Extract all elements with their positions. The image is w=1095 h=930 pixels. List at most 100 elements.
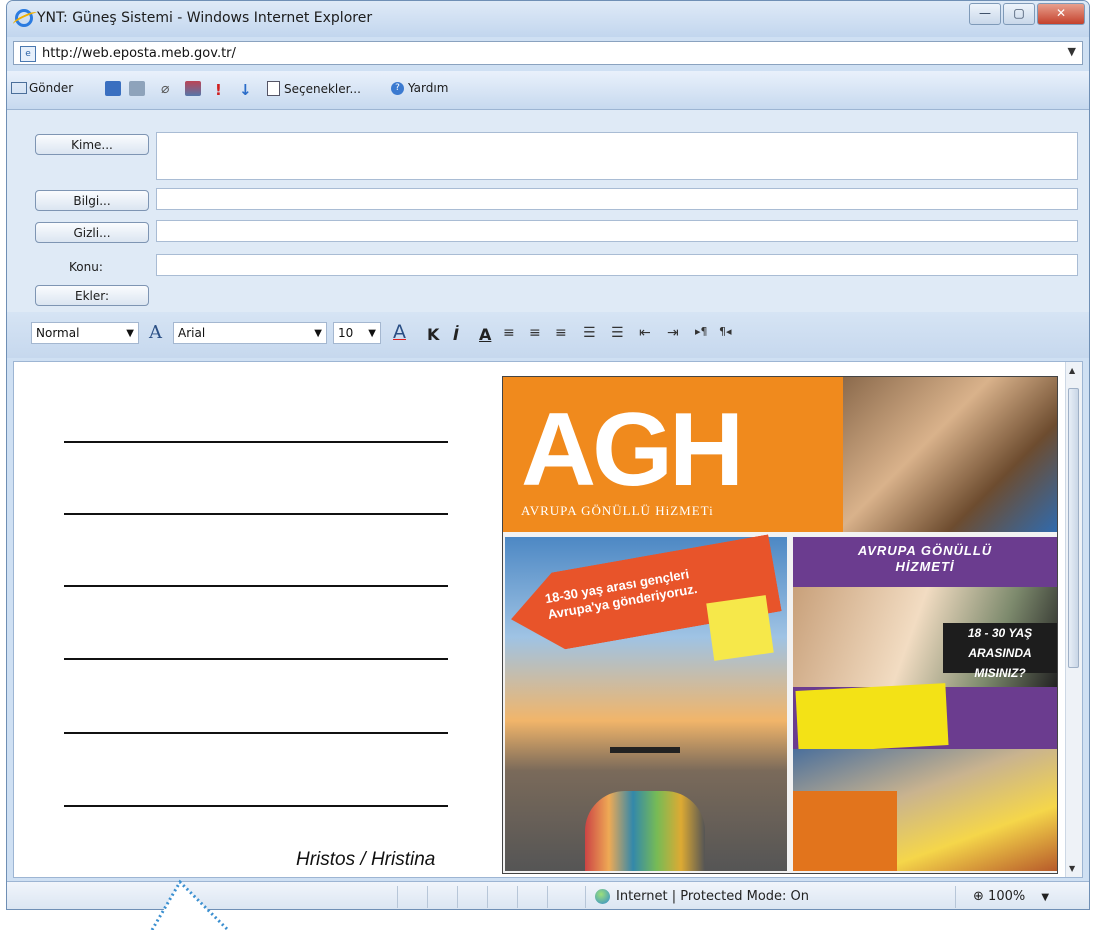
style-select[interactable]: Normal ▼ — [31, 322, 139, 344]
scroll-thumb[interactable] — [1068, 388, 1079, 668]
bold-button[interactable]: K — [427, 325, 439, 344]
info-box — [793, 791, 897, 871]
attachments-button[interactable]: Ekler: — [35, 285, 149, 306]
align-left-icon[interactable]: ≡ — [503, 325, 515, 341]
status-divider — [585, 886, 586, 908]
help-icon: ? — [391, 81, 404, 95]
status-divider — [517, 886, 518, 908]
italic-button[interactable]: İ — [453, 325, 459, 344]
writing-line — [64, 805, 448, 807]
cc-button[interactable]: Bilgi... — [35, 190, 149, 211]
zoom-level: 100% — [988, 889, 1026, 904]
agh-logo-subtitle: AVRUPA GÖNÜLLÜ HiZMETi — [521, 503, 714, 518]
help-label: Yardım — [408, 81, 449, 95]
subject-field[interactable] — [156, 254, 1078, 276]
url-text[interactable]: http://web.eposta.meb.gov.tr/ — [42, 46, 236, 61]
writing-line — [64, 585, 448, 587]
options-label: Seçenekler... — [284, 81, 361, 96]
bcc-button[interactable]: Gizli... — [35, 222, 149, 243]
zoom-control[interactable]: ⊕ 100% ▼ — [973, 889, 1049, 904]
age-box: 18 - 30 YAŞ ARASINDA MISINIZ? — [943, 623, 1057, 680]
writing-line — [64, 441, 448, 443]
maximize-button[interactable]: ▢ — [1003, 3, 1035, 25]
close-button[interactable]: ✕ — [1037, 3, 1085, 25]
speech-callout — [150, 879, 230, 930]
status-divider — [955, 886, 956, 908]
print-icon[interactable] — [129, 81, 145, 96]
writing-line — [64, 732, 448, 734]
chevron-down-icon: ▼ — [314, 328, 322, 339]
youth-group-photo — [585, 791, 705, 871]
message-body[interactable]: Hristos / Hristina AGH AVRUPA GÖNÜLLÜ Hi… — [13, 361, 1083, 878]
airplane-panel: 18-30 yaş arası gençleri Avrupa'ya gönde… — [505, 537, 787, 871]
underline-button[interactable]: A — [479, 325, 491, 344]
size-select[interactable]: 10 ▼ — [333, 322, 381, 344]
spellcheck-icon[interactable] — [185, 81, 201, 96]
options-button[interactable]: Seçenekler... — [267, 81, 361, 96]
rtl-icon[interactable]: ¶◂ — [719, 325, 732, 338]
scroll-up-icon[interactable]: ▲ — [1069, 366, 1075, 375]
panel-title: AVRUPA GÖNÜLLÜ HİZMETİ — [857, 543, 993, 574]
options-icon — [267, 81, 280, 96]
font-icon: A — [149, 322, 162, 343]
indent-icon[interactable]: ⇥ — [667, 325, 679, 341]
compose-header: Kime... Bilgi... Gizli... Konu: Ekler: — [7, 110, 1089, 312]
status-divider — [427, 886, 428, 908]
send-button[interactable]: Gönder — [11, 81, 73, 95]
envelope-icon — [11, 82, 27, 94]
security-zone[interactable]: Internet | Protected Mode: On — [595, 889, 809, 904]
font-select[interactable]: Arial ▼ — [173, 322, 327, 344]
font-value: Arial — [178, 326, 206, 340]
status-divider — [487, 886, 488, 908]
chevron-down-icon: ▼ — [368, 328, 376, 339]
agh-poster-image: AGH AVRUPA GÖNÜLLÜ HiZMETi 18-30 yaş ara… — [502, 376, 1058, 874]
students-photo — [843, 377, 1057, 532]
ltr-icon[interactable]: ▸¶ — [695, 325, 708, 338]
title-bar: YNT: Güneş Sistemi - Windows Internet Ex… — [7, 1, 1089, 37]
vertical-scrollbar[interactable]: ▲ ▼ — [1065, 362, 1082, 877]
status-divider — [547, 886, 548, 908]
airplane-icon — [610, 747, 680, 753]
align-right-icon[interactable]: ≡ — [555, 325, 567, 341]
chevron-down-icon: ▼ — [126, 328, 134, 339]
chevron-down-icon: ▼ — [1041, 892, 1050, 903]
bullet-list-icon[interactable]: ☰ — [583, 325, 596, 341]
zoom-icon: ⊕ — [973, 889, 984, 904]
help-button[interactable]: ? Yardım — [391, 81, 448, 95]
zone-text: Internet | Protected Mode: On — [616, 889, 810, 904]
low-priority-icon[interactable]: ↓ — [239, 81, 252, 99]
minimize-button[interactable]: — — [969, 3, 1001, 25]
format-toolbar: Normal ▼ A Arial ▼ 10 ▼ A K İ A ≡ ≡ ≡ ☰ ☰ ⇤… — [7, 312, 1089, 358]
save-icon[interactable] — [105, 81, 121, 96]
browser-window: YNT: Güneş Sistemi - Windows Internet Ex… — [6, 0, 1090, 910]
window-controls: — ▢ ✕ — [967, 3, 1085, 25]
status-divider — [397, 886, 398, 908]
send-label: Gönder — [29, 81, 74, 95]
numbered-list-icon[interactable]: ☰ — [611, 325, 624, 341]
high-priority-icon[interactable]: ! — [215, 81, 222, 99]
scroll-down-icon[interactable]: ▼ — [1069, 864, 1075, 873]
internet-explorer-icon — [15, 9, 33, 27]
volunteer-panel: AVRUPA GÖNÜLLÜ HİZMETİ 18 - 30 YAŞ ARASI… — [793, 537, 1057, 871]
font-color-icon[interactable]: A — [393, 321, 406, 343]
agh-logo: AGH — [521, 392, 744, 508]
chevron-down-icon[interactable]: ▼ — [1068, 45, 1076, 58]
style-value: Normal — [36, 326, 80, 340]
cc-field[interactable] — [156, 188, 1078, 210]
outdent-icon[interactable]: ⇤ — [639, 325, 651, 341]
window-title: YNT: Güneş Sistemi - Windows Internet Ex… — [37, 10, 373, 26]
mail-toolbar: Gönder ⌀ ! ↓ Seçenekler... ? Yardım — [7, 71, 1089, 110]
writing-line — [64, 513, 448, 515]
status-divider — [457, 886, 458, 908]
size-value: 10 — [338, 326, 354, 340]
address-bar[interactable]: e http://web.eposta.meb.gov.tr/ ▼ — [13, 41, 1083, 65]
to-button[interactable]: Kime... — [35, 134, 149, 155]
bcc-field[interactable] — [156, 220, 1078, 242]
to-field[interactable] — [156, 132, 1078, 180]
poster-header: AGH AVRUPA GÖNÜLLÜ HiZMETi — [503, 377, 1057, 532]
page-icon: e — [20, 46, 36, 62]
globe-icon — [595, 889, 610, 904]
align-center-icon[interactable]: ≡ — [529, 325, 541, 341]
attach-icon[interactable]: ⌀ — [161, 81, 169, 97]
writing-line — [64, 658, 448, 660]
